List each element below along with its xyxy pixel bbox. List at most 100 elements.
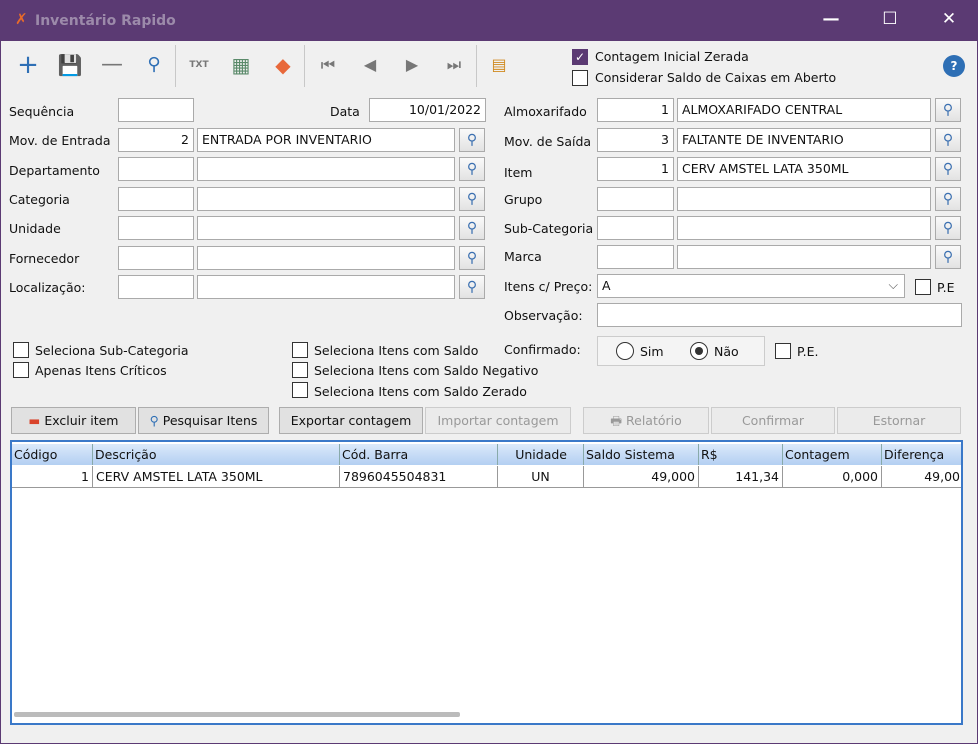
cell-rs[interactable]: 141,34: [699, 466, 783, 488]
grupo-lookup-button[interactable]: ⚲: [935, 187, 961, 211]
last-icon[interactable]: ⏭: [440, 51, 468, 79]
categoria-code[interactable]: [118, 187, 194, 211]
search-icon[interactable]: ⚲: [140, 51, 168, 79]
confirmado-pe-checkbox[interactable]: [775, 343, 791, 359]
categoria-desc[interactable]: [197, 187, 455, 211]
mov-entrada-lookup-button[interactable]: ⚲: [459, 128, 485, 152]
observacao-input[interactable]: [597, 303, 962, 327]
col-cod-barra[interactable]: Cód. Barra: [340, 444, 498, 465]
fornecedor-desc[interactable]: [197, 246, 455, 270]
item-lookup-button[interactable]: ⚲: [935, 157, 961, 181]
itens-saldo-checkbox[interactable]: [292, 342, 308, 358]
items-grid[interactable]: Código Descrição Cód. Barra Unidade Sald…: [10, 440, 963, 725]
col-saldo-sistema[interactable]: Saldo Sistema: [584, 444, 699, 465]
confirmado-nao-radio[interactable]: [690, 342, 708, 360]
data-input[interactable]: 10/01/2022: [369, 98, 486, 122]
contagem-inicial-checkbox[interactable]: ✓: [572, 49, 588, 65]
itens-saldo-negativo-checkbox[interactable]: [292, 362, 308, 378]
eraser-icon[interactable]: ◆: [269, 51, 297, 79]
prev-icon[interactable]: ◀: [356, 51, 384, 79]
confirmar-button[interactable]: Confirmar: [711, 407, 835, 434]
window: ✗ Inventário Rapido — ☐ ✕ + 💾 — ⚲ TXT ▦ …: [0, 0, 978, 744]
almoxarifado-desc[interactable]: ALMOXARIFADO CENTRAL: [677, 98, 931, 122]
itens-saldo-zerado-checkbox[interactable]: [292, 382, 308, 398]
marca-code[interactable]: [597, 245, 674, 269]
col-rs[interactable]: R$: [699, 444, 783, 465]
txt-export-icon[interactable]: TXT: [185, 51, 213, 79]
help-icon[interactable]: ?: [943, 55, 965, 77]
pesquisar-itens-button[interactable]: ⚲ Pesquisar Itens: [138, 407, 269, 434]
seleciona-subcategoria-checkbox[interactable]: [13, 342, 29, 358]
departamento-desc[interactable]: [197, 157, 455, 181]
close-button[interactable]: ✕: [934, 9, 964, 29]
marca-lookup-button[interactable]: ⚲: [935, 245, 961, 269]
minimize-button[interactable]: —: [816, 9, 846, 29]
col-codigo[interactable]: Código: [12, 444, 93, 465]
confirmado-sim-radio[interactable]: [616, 342, 634, 360]
subcategoria-code[interactable]: [597, 216, 674, 240]
subcategoria-label: Sub-Categoria: [504, 221, 594, 236]
log-icon[interactable]: ▤: [485, 51, 513, 79]
apenas-criticos-checkbox[interactable]: [13, 362, 29, 378]
unidade-desc[interactable]: [197, 216, 455, 240]
exportar-contagem-button[interactable]: Exportar contagem: [279, 407, 423, 434]
col-unidade[interactable]: Unidade: [498, 444, 584, 465]
subcategoria-desc[interactable]: [677, 216, 931, 240]
grupo-desc[interactable]: [677, 187, 931, 211]
itens-preco-select[interactable]: A ⌵: [597, 274, 905, 298]
relatorio-button[interactable]: 🖶 Relatório: [583, 407, 709, 434]
cell-descricao[interactable]: CERV AMSTEL LATA 350ML: [93, 466, 340, 488]
unidade-code[interactable]: [118, 216, 194, 240]
categoria-lookup-button[interactable]: ⚲: [459, 187, 485, 211]
col-descricao[interactable]: Descrição: [93, 444, 340, 465]
horizontal-scrollbar[interactable]: [14, 712, 460, 717]
mov-entrada-desc[interactable]: ENTRADA POR INVENTARIO: [197, 128, 455, 152]
col-diferenca[interactable]: Diferença: [882, 444, 961, 465]
grid-icon[interactable]: ▦: [227, 51, 255, 79]
localizacao-lookup-button[interactable]: ⚲: [459, 275, 485, 299]
cell-contagem[interactable]: 0,000: [783, 466, 882, 488]
mov-saida-code[interactable]: 3: [597, 128, 674, 152]
almoxarifado-code[interactable]: 1: [597, 98, 674, 122]
departamento-lookup-button[interactable]: ⚲: [459, 157, 485, 181]
maximize-button[interactable]: ☐: [875, 9, 905, 29]
pe-checkbox[interactable]: [915, 279, 931, 295]
cell-cod-barra[interactable]: 7896045504831: [340, 466, 498, 488]
mov-saida-lookup-button[interactable]: ⚲: [935, 128, 961, 152]
next-icon[interactable]: ▶: [398, 51, 426, 79]
cell-codigo[interactable]: 1: [12, 466, 93, 488]
marca-desc[interactable]: [677, 245, 931, 269]
categoria-label: Categoria: [9, 192, 70, 207]
mov-saida-desc[interactable]: FALTANTE DE INVENTARIO: [677, 128, 931, 152]
confirmado-nao-label: Não: [714, 344, 739, 359]
considerar-saldo-checkbox[interactable]: [572, 70, 588, 86]
cell-diferenca[interactable]: 49,00: [882, 466, 961, 488]
sequencia-input[interactable]: [118, 98, 194, 122]
plus-icon[interactable]: +: [14, 51, 42, 79]
cell-unidade[interactable]: UN: [498, 466, 584, 488]
minus-icon[interactable]: —: [98, 51, 126, 79]
fornecedor-code[interactable]: [118, 246, 194, 270]
cell-saldo-sistema[interactable]: 49,000: [584, 466, 699, 488]
data-label: Data: [330, 104, 360, 119]
fornecedor-lookup-button[interactable]: ⚲: [459, 246, 485, 270]
departamento-code[interactable]: [118, 157, 194, 181]
subcategoria-lookup-button[interactable]: ⚲: [935, 216, 961, 240]
pe-label: P.E: [937, 280, 955, 295]
save-icon[interactable]: 💾: [56, 51, 84, 79]
importar-contagem-button[interactable]: Importar contagem: [425, 407, 571, 434]
col-contagem[interactable]: Contagem: [783, 444, 882, 465]
almoxarifado-lookup-button[interactable]: ⚲: [935, 98, 961, 122]
unidade-lookup-button[interactable]: ⚲: [459, 216, 485, 240]
first-icon[interactable]: ⏮: [314, 51, 342, 79]
estornar-button[interactable]: Estornar: [837, 407, 961, 434]
item-code[interactable]: 1: [597, 157, 674, 181]
mov-entrada-code[interactable]: 2: [118, 128, 194, 152]
item-desc[interactable]: CERV AMSTEL LATA 350ML: [677, 157, 931, 181]
excluir-item-button[interactable]: ▬ Excluir item: [11, 407, 136, 434]
localizacao-desc[interactable]: [197, 275, 455, 299]
localizacao-code[interactable]: [118, 275, 194, 299]
fornecedor-label: Fornecedor: [9, 251, 80, 266]
grupo-code[interactable]: [597, 187, 674, 211]
pesquisar-itens-label: Pesquisar Itens: [162, 413, 258, 428]
